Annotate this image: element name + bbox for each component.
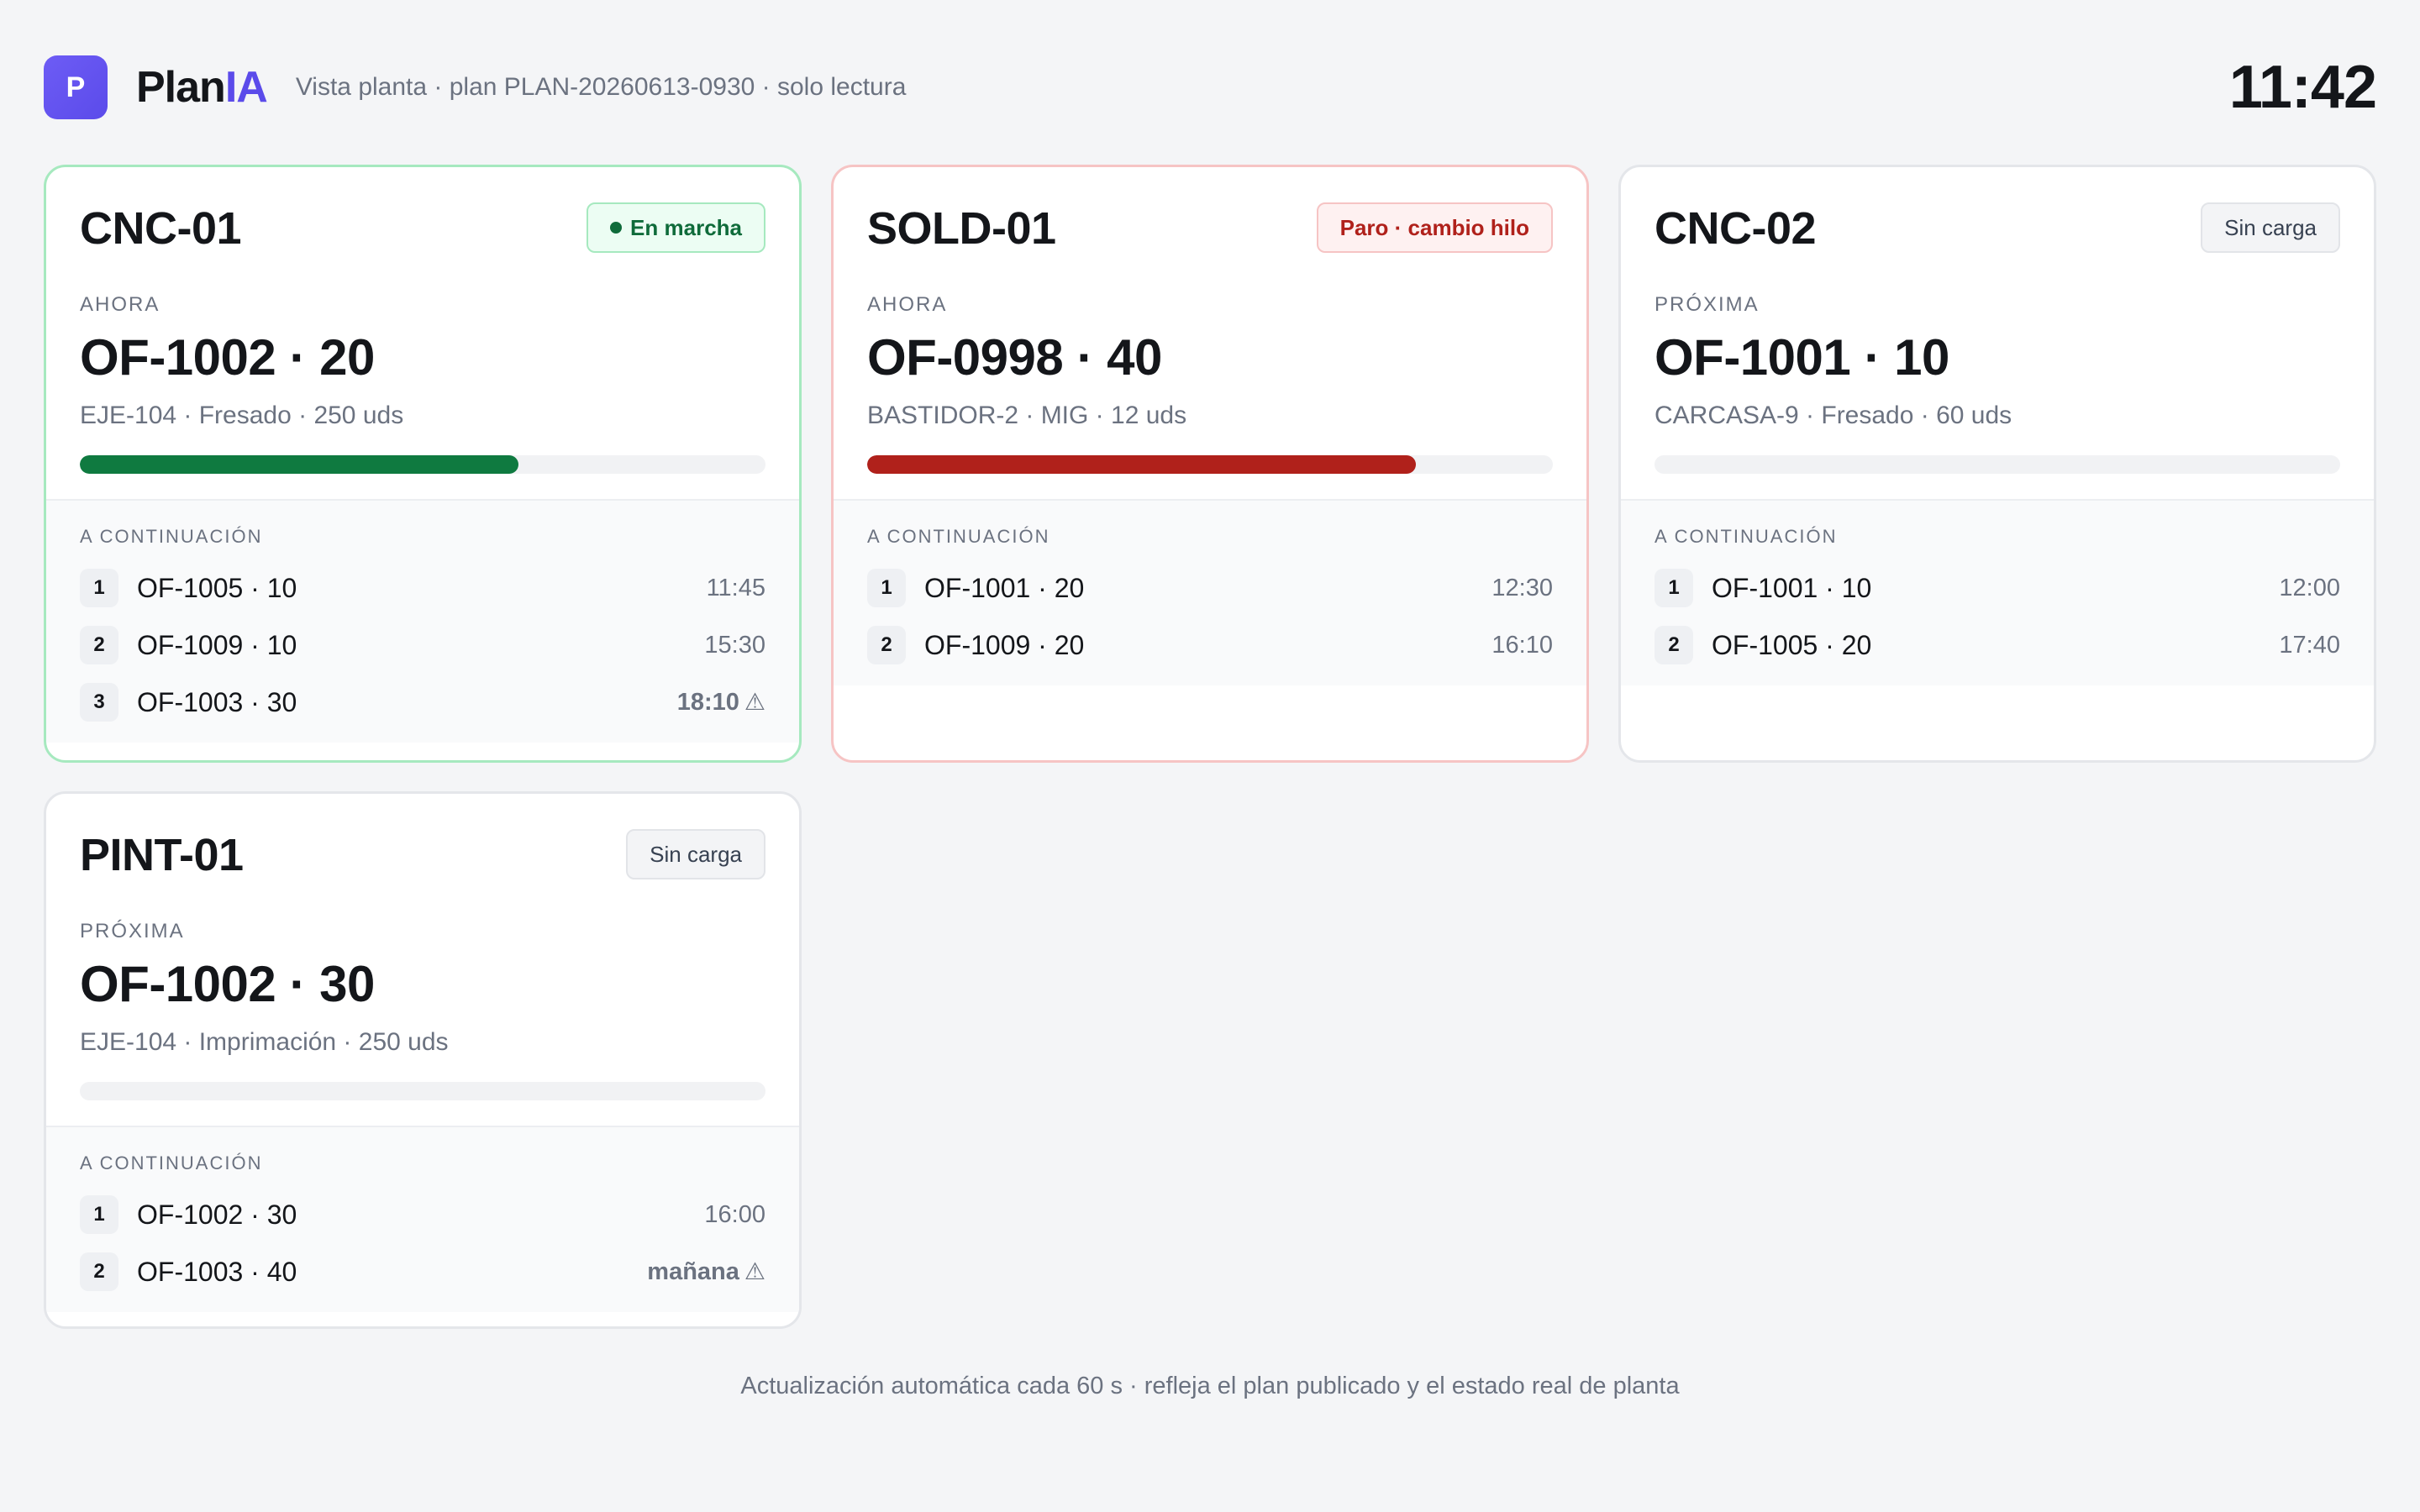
- queue-item: 2 OF-1003 · 40 mañana ⚠: [80, 1243, 765, 1300]
- queue-position: 2: [867, 626, 906, 664]
- machine-card: CNC-01 En marcha AHORA OF-1002 · 20 EJE-…: [44, 165, 802, 763]
- current-detail: EJE-104 · Fresado · 250 uds: [80, 402, 404, 429]
- next-queue: A CONTINUACIÓN 1 OF-1002 · 30 16:00 2 OF…: [46, 1126, 799, 1312]
- status-badge: En marcha: [587, 202, 765, 253]
- queue-time: 11:45: [706, 574, 765, 601]
- current-label: PRÓXIMA: [1655, 293, 1760, 316]
- progress-fill: [867, 455, 1416, 474]
- app-logo: P: [44, 55, 108, 119]
- queue-item: 2 OF-1005 · 20 17:40: [1655, 617, 2340, 674]
- progress-bar: [80, 1082, 765, 1100]
- brand-name: PlanIA: [136, 62, 268, 113]
- warning-triangle-icon: ⚠: [744, 1258, 765, 1284]
- next-queue: A CONTINUACIÓN 1 OF-1005 · 10 11:45 2 OF…: [46, 499, 799, 743]
- progress-bar: [1655, 455, 2340, 474]
- status-dot-icon: [610, 222, 623, 234]
- queue-order: OF-1003 · 40: [137, 1256, 297, 1287]
- status-label: Sin carga: [2224, 214, 2317, 240]
- queue-time-warning: 18:10 ⚠: [677, 688, 765, 717]
- current-order: OF-0998 · 40: [867, 329, 1162, 386]
- warning-triangle-icon: ⚠: [744, 689, 765, 715]
- queue-order: OF-1009 · 20: [924, 629, 1085, 660]
- progress-bar: [80, 455, 765, 474]
- queue-time: 12:00: [2279, 574, 2340, 601]
- queue-position: 2: [80, 1252, 118, 1291]
- queue-order: OF-1002 · 30: [137, 1199, 297, 1230]
- queue-order: OF-1001 · 10: [1712, 572, 1872, 603]
- queue-item: 1 OF-1001 · 20 12:30: [867, 559, 1553, 617]
- queue-order: OF-1003 · 30: [137, 686, 297, 717]
- queue-time: 15:30: [704, 631, 765, 659]
- queue-time: 12:30: [1491, 574, 1553, 601]
- progress-fill: [80, 455, 519, 474]
- brand-name-part-1: Plan: [136, 63, 226, 112]
- machine-name: SOLD-01: [867, 203, 1056, 254]
- next-label: A CONTINUACIÓN: [80, 1152, 263, 1173]
- plan-subtitle: Vista planta · plan PLAN-20260613-0930 ·…: [295, 73, 907, 101]
- queue-item: 2 OF-1009 · 20 16:10: [867, 617, 1553, 674]
- queue-item: 2 OF-1009 · 10 15:30: [80, 617, 765, 674]
- queue-position: 2: [80, 626, 118, 664]
- queue-item: 1 OF-1002 · 30 16:00: [80, 1186, 765, 1243]
- machine-card: PINT-01 Sin carga PRÓXIMA OF-1002 · 30 E…: [44, 791, 802, 1329]
- queue-order: OF-1005 · 20: [1712, 629, 1872, 660]
- queue-item: 1 OF-1001 · 10 12:00: [1655, 559, 2340, 617]
- queue-item: 1 OF-1005 · 10 11:45: [80, 559, 765, 617]
- current-order: OF-1002 · 20: [80, 329, 375, 386]
- next-queue: A CONTINUACIÓN 1 OF-1001 · 10 12:00 2 OF…: [1621, 499, 2374, 685]
- queue-order: OF-1005 · 10: [137, 572, 297, 603]
- queue-position: 1: [1655, 569, 1693, 607]
- queue-time-value: 18:10: [676, 689, 739, 716]
- queue-item: 3 OF-1003 · 30 18:10 ⚠: [80, 674, 765, 731]
- queue-position: 3: [80, 683, 118, 722]
- queue-position: 2: [1655, 626, 1693, 664]
- status-badge: Sin carga: [2201, 202, 2340, 253]
- queue-order: OF-1001 · 20: [924, 572, 1085, 603]
- queue-time: 16:10: [1491, 631, 1553, 659]
- queue-position: 1: [80, 569, 118, 607]
- current-detail: EJE-104 · Imprimación · 250 uds: [80, 1028, 449, 1056]
- brand-name-part-2: IA: [224, 63, 268, 112]
- current-detail: BASTIDOR-2 · MIG · 12 uds: [867, 402, 1187, 429]
- machine-card: SOLD-01 Paro · cambio hilo AHORA OF-0998…: [831, 165, 1589, 763]
- queue-time-value: mañana: [647, 1258, 739, 1285]
- machine-name: CNC-02: [1655, 203, 1817, 254]
- next-label: A CONTINUACIÓN: [1655, 526, 1838, 547]
- current-order: OF-1002 · 30: [80, 956, 375, 1012]
- next-queue: A CONTINUACIÓN 1 OF-1001 · 20 12:30 2 OF…: [834, 499, 1586, 685]
- status-label: Sin carga: [650, 841, 742, 867]
- status-badge: Sin carga: [626, 829, 765, 879]
- queue-position: 1: [867, 569, 906, 607]
- queue-order: OF-1009 · 10: [137, 629, 297, 660]
- queue-position: 1: [80, 1195, 118, 1234]
- top-bar: P PlanIA Vista planta · plan PLAN-202606…: [44, 54, 2377, 121]
- machine-name: PINT-01: [80, 830, 244, 880]
- current-label: PRÓXIMA: [80, 920, 185, 942]
- machine-card: CNC-02 Sin carga PRÓXIMA OF-1001 · 10 CA…: [1618, 165, 2376, 763]
- footer-note: Actualización automática cada 60 s · ref…: [740, 1373, 1680, 1399]
- status-label: Paro · cambio hilo: [1339, 214, 1529, 240]
- status-label: En marcha: [630, 214, 742, 240]
- current-label: AHORA: [80, 293, 160, 316]
- current-label: AHORA: [867, 293, 948, 316]
- queue-time-warning: mañana ⚠: [647, 1257, 765, 1286]
- clock: 11:42: [2228, 54, 2377, 121]
- next-label: A CONTINUACIÓN: [80, 526, 263, 547]
- current-detail: CARCASA-9 · Fresado · 60 uds: [1655, 402, 2012, 429]
- queue-time: 16:00: [704, 1200, 765, 1228]
- progress-bar: [867, 455, 1553, 474]
- next-label: A CONTINUACIÓN: [867, 526, 1050, 547]
- machine-name: CNC-01: [80, 203, 242, 254]
- current-order: OF-1001 · 10: [1655, 329, 1949, 386]
- queue-time: 17:40: [2279, 631, 2340, 659]
- status-badge: Paro · cambio hilo: [1316, 202, 1553, 253]
